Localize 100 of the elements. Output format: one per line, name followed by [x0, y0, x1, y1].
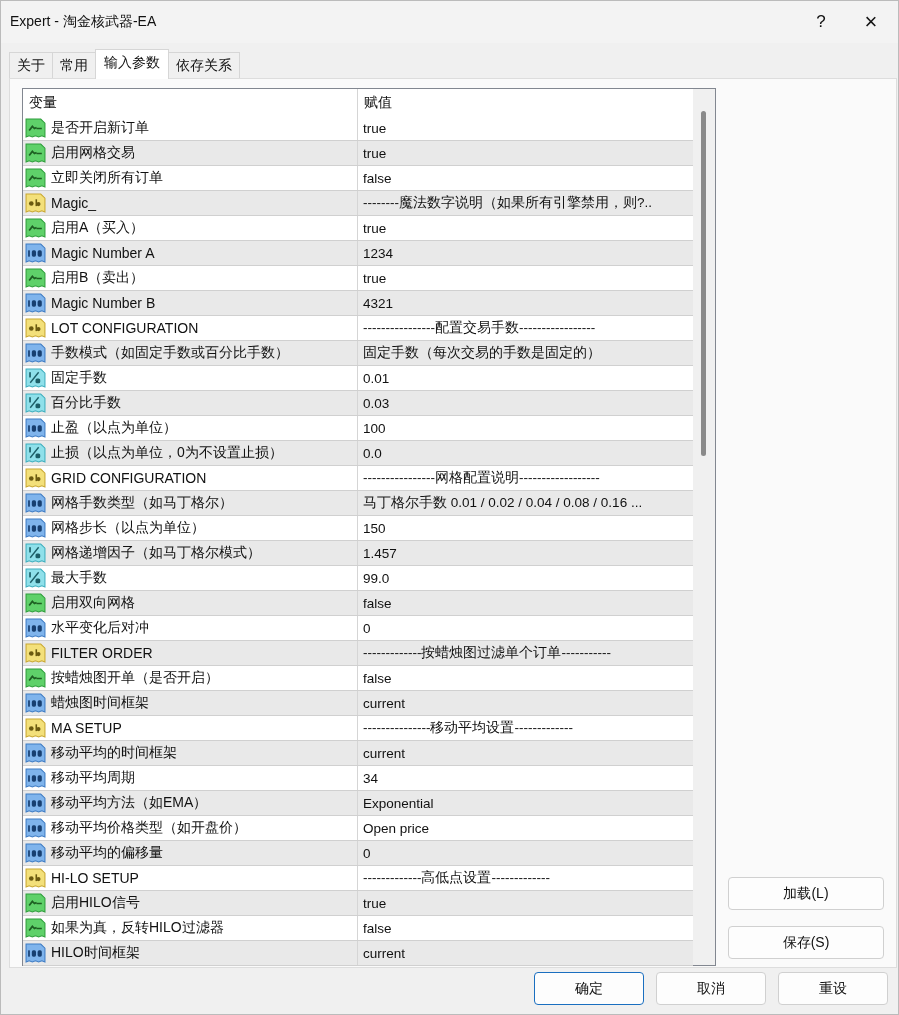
parameter-name: FILTER ORDER	[51, 645, 153, 661]
toggle-icon	[25, 667, 46, 689]
parameter-value[interactable]: 99.0	[363, 570, 390, 586]
parameter-value[interactable]: 0.01	[363, 370, 390, 386]
toggle-icon	[25, 117, 46, 139]
toggle-icon	[25, 892, 46, 914]
parameter-name: 移动平均的时间框架	[51, 744, 177, 762]
text-icon	[25, 317, 46, 339]
parameter-value[interactable]: 1.457	[363, 545, 397, 561]
parameter-value[interactable]: -------------高低点设置-------------	[363, 869, 550, 887]
help-button[interactable]: ?	[796, 12, 846, 32]
parameter-value[interactable]: true	[363, 220, 387, 236]
parameter-value[interactable]: 100	[363, 420, 386, 436]
parameter-value[interactable]: current	[363, 695, 406, 711]
parameter-value[interactable]: --------魔法数字说明（如果所有引擎禁用，则?..	[363, 194, 652, 212]
parameter-value[interactable]: false	[363, 595, 392, 611]
parameter-name: GRID CONFIGURATION	[51, 470, 207, 486]
parameter-name: MA SETUP	[51, 720, 122, 736]
parameter-value[interactable]: 4321	[363, 295, 394, 311]
side-button[interactable]: 保存(S)	[728, 926, 884, 959]
parameter-value[interactable]: ----------------配置交易手数-----------------	[363, 319, 596, 337]
parameter-name: 止盈（以点为单位）	[51, 419, 177, 437]
tab[interactable]: 关于	[9, 52, 53, 78]
parameter-name: 止损（以点为单位，0为不设置止损）	[51, 444, 283, 462]
number-icon	[25, 342, 46, 364]
parameter-value[interactable]: current	[363, 945, 406, 961]
parameter-name: 蜡烛图时间框架	[51, 694, 149, 712]
number-icon	[25, 692, 46, 714]
parameter-name: LOT CONFIGURATION	[51, 320, 199, 336]
number-icon	[25, 517, 46, 539]
parameter-name: Magic Number A	[51, 245, 155, 261]
parameter-name: 最大手数	[51, 569, 107, 587]
toggle-icon	[25, 167, 46, 189]
toggle-icon	[25, 217, 46, 239]
dialog-button[interactable]: 取消	[656, 972, 766, 1005]
dialog-button[interactable]: 重设	[778, 972, 888, 1005]
parameter-name: 是否开启新订单	[51, 119, 149, 137]
parameter-value[interactable]: true	[363, 120, 387, 136]
number-icon	[25, 742, 46, 764]
tab[interactable]: 输入参数	[95, 49, 169, 79]
column-header[interactable]: 变量	[23, 89, 357, 116]
parameter-value[interactable]: true	[363, 895, 387, 911]
parameter-value[interactable]: current	[363, 745, 406, 761]
parameter-value[interactable]: -------------按蜡烛图过滤单个订单-----------	[363, 644, 611, 662]
parameter-name: 移动平均方法（如EMA）	[51, 794, 208, 812]
scrollbar-thumb[interactable]	[701, 111, 706, 456]
parameter-name: 立即关闭所有订单	[51, 169, 163, 187]
tab[interactable]: 依存关系	[168, 52, 240, 78]
parameter-name: Magic_	[51, 195, 97, 211]
parameter-name: 网格手数类型（如马丁格尔）	[51, 494, 233, 512]
parameter-value[interactable]: 固定手数（每次交易的手数是固定的）	[363, 344, 601, 362]
parameter-name: 如果为真，反转HILO过滤器	[51, 919, 224, 937]
fraction-icon	[25, 567, 46, 589]
side-button[interactable]: 加载(L)	[728, 877, 884, 910]
fraction-icon	[25, 542, 46, 564]
parameter-value[interactable]: true	[363, 270, 387, 286]
parameter-value[interactable]: false	[363, 920, 392, 936]
parameter-name: Magic Number B	[51, 295, 156, 311]
parameter-value[interactable]: false	[363, 170, 392, 186]
parameter-name: 网格步长（以点为单位）	[51, 519, 205, 537]
parameter-value[interactable]: true	[363, 145, 387, 161]
parameter-name: 启用网格交易	[51, 144, 135, 162]
text-icon	[25, 642, 46, 664]
parameter-name: HILO时间框架	[51, 944, 140, 962]
parameter-value[interactable]: 0.03	[363, 395, 390, 411]
parameter-value[interactable]: 34	[363, 770, 379, 786]
parameter-value[interactable]: 150	[363, 520, 386, 536]
parameter-value[interactable]: Open price	[363, 820, 430, 836]
scrollbar[interactable]	[693, 89, 715, 965]
number-icon	[25, 242, 46, 264]
parameter-value[interactable]: 0	[363, 620, 371, 636]
parameter-value[interactable]: ----------------网格配置说明------------------	[363, 469, 600, 487]
parameter-name: 移动平均价格类型（如开盘价）	[51, 819, 247, 837]
number-icon	[25, 817, 46, 839]
parameter-value[interactable]: ---------------移动平均设置-------------	[363, 719, 573, 737]
parameter-name: HI-LO SETUP	[51, 870, 139, 886]
close-button[interactable]: ×	[846, 9, 896, 35]
text-icon	[25, 467, 46, 489]
text-icon	[25, 192, 46, 214]
parameter-value[interactable]: 0.0	[363, 445, 382, 461]
parameter-value[interactable]: 1234	[363, 245, 394, 261]
parameter-value[interactable]: 0	[363, 845, 371, 861]
fraction-icon	[25, 442, 46, 464]
toggle-icon	[25, 267, 46, 289]
parameter-name: 移动平均的偏移量	[51, 844, 163, 862]
fraction-icon	[25, 392, 46, 414]
parameter-name: 启用双向网格	[51, 594, 135, 612]
dialog-button[interactable]: 确定	[534, 972, 644, 1005]
number-icon	[25, 492, 46, 514]
parameter-name: 网格递增因子（如马丁格尔模式）	[51, 544, 261, 562]
parameter-value[interactable]: false	[363, 670, 392, 686]
number-icon	[25, 767, 46, 789]
number-icon	[25, 617, 46, 639]
parameter-name: 固定手数	[51, 369, 107, 387]
parameter-value[interactable]: 马丁格尔手数 0.01 / 0.02 / 0.04 / 0.08 / 0.16 ...	[363, 494, 643, 512]
fraction-icon	[25, 367, 46, 389]
toggle-icon	[25, 592, 46, 614]
parameter-name: 百分比手数	[51, 394, 121, 412]
parameter-value[interactable]: Exponential	[363, 795, 434, 811]
parameter-name: 水平变化后对冲	[51, 619, 149, 637]
